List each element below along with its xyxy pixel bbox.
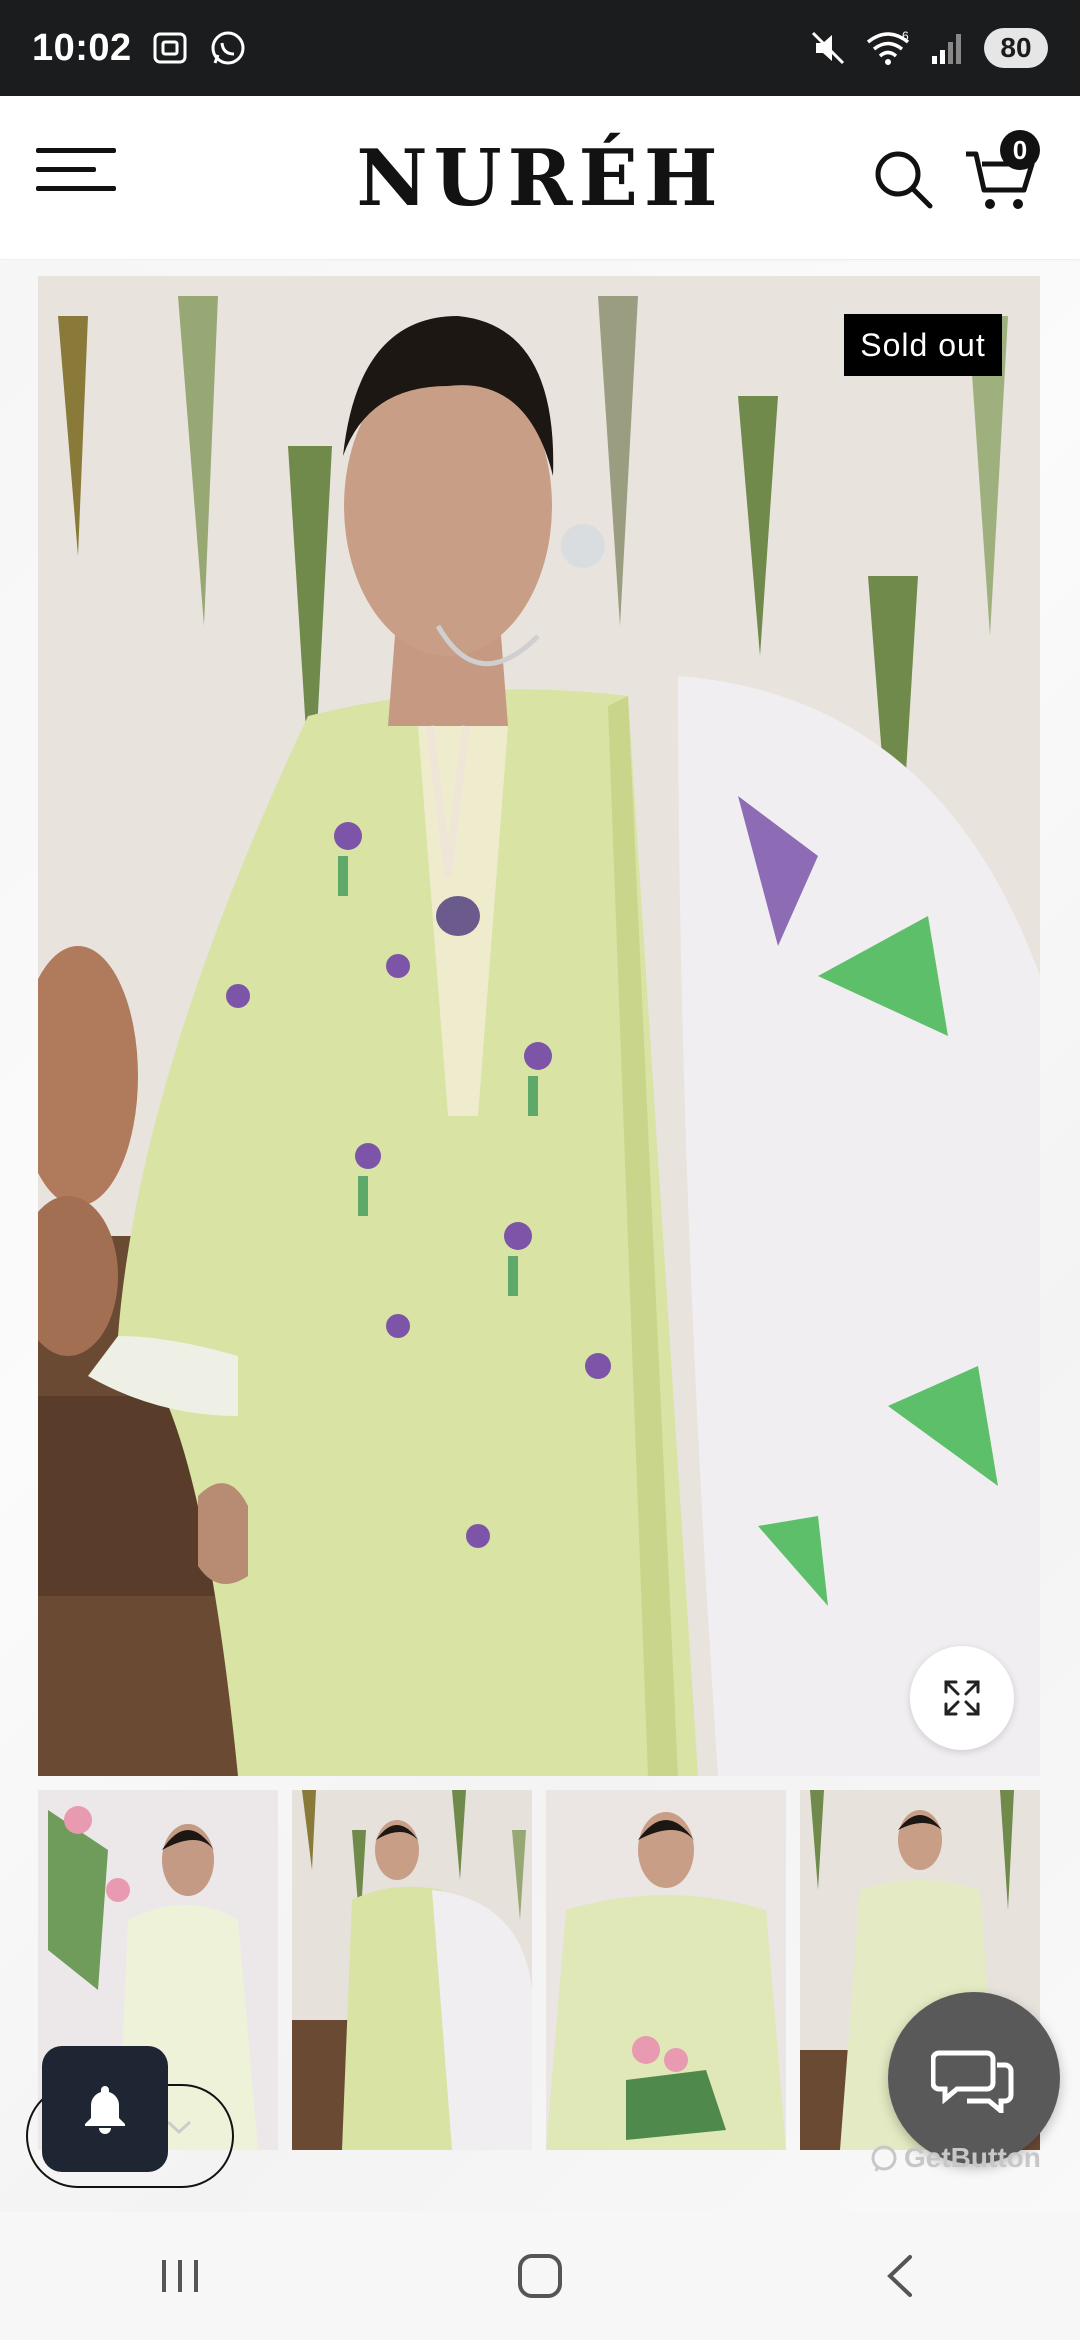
expand-image-button[interactable] xyxy=(910,1646,1014,1750)
mute-icon xyxy=(808,28,848,68)
status-right: 6 80 xyxy=(808,28,1048,68)
notification-bell-button[interactable] xyxy=(42,2046,168,2172)
home-button[interactable] xyxy=(480,2226,600,2326)
status-bar: 10:02 6 80 xyxy=(0,0,1080,96)
site-header: NURÉH xyxy=(0,96,1080,260)
product-main-image[interactable] xyxy=(38,276,1040,1776)
getbutton-logo-icon xyxy=(871,2145,897,2172)
back-icon xyxy=(887,2255,912,2297)
search-icon[interactable] xyxy=(868,144,938,214)
signal-icon xyxy=(928,28,968,68)
wifi-icon: 6 xyxy=(864,28,912,68)
system-nav-bar xyxy=(0,2212,1080,2340)
cart-count-badge: 0 xyxy=(1000,130,1040,170)
sold-out-badge: Sold out xyxy=(844,314,1002,376)
battery-level: 80 xyxy=(984,28,1048,68)
thumbnail-3[interactable] xyxy=(546,1790,786,2150)
brand-logo[interactable]: NURÉH xyxy=(300,132,780,224)
svg-text:6: 6 xyxy=(902,29,909,43)
back-button[interactable] xyxy=(840,2226,960,2326)
recents-icon xyxy=(162,2260,198,2292)
screenshot-icon xyxy=(150,28,190,68)
expand-icon xyxy=(944,1680,980,1716)
home-icon xyxy=(518,2254,562,2298)
status-left: 10:02 xyxy=(32,27,248,70)
menu-icon[interactable] xyxy=(36,148,120,208)
recents-button[interactable] xyxy=(120,2226,240,2326)
bell-icon xyxy=(85,2086,125,2134)
thumbnail-2[interactable] xyxy=(292,1790,532,2150)
getbutton-text: GetButton xyxy=(904,2142,1041,2173)
chat-bubbles-icon xyxy=(931,2050,1014,2113)
whatsapp-icon xyxy=(208,28,248,68)
chevron-down-icon xyxy=(164,2118,194,2143)
getbutton-label[interactable]: GetButton xyxy=(870,2138,1050,2178)
status-time: 10:02 xyxy=(32,26,132,69)
